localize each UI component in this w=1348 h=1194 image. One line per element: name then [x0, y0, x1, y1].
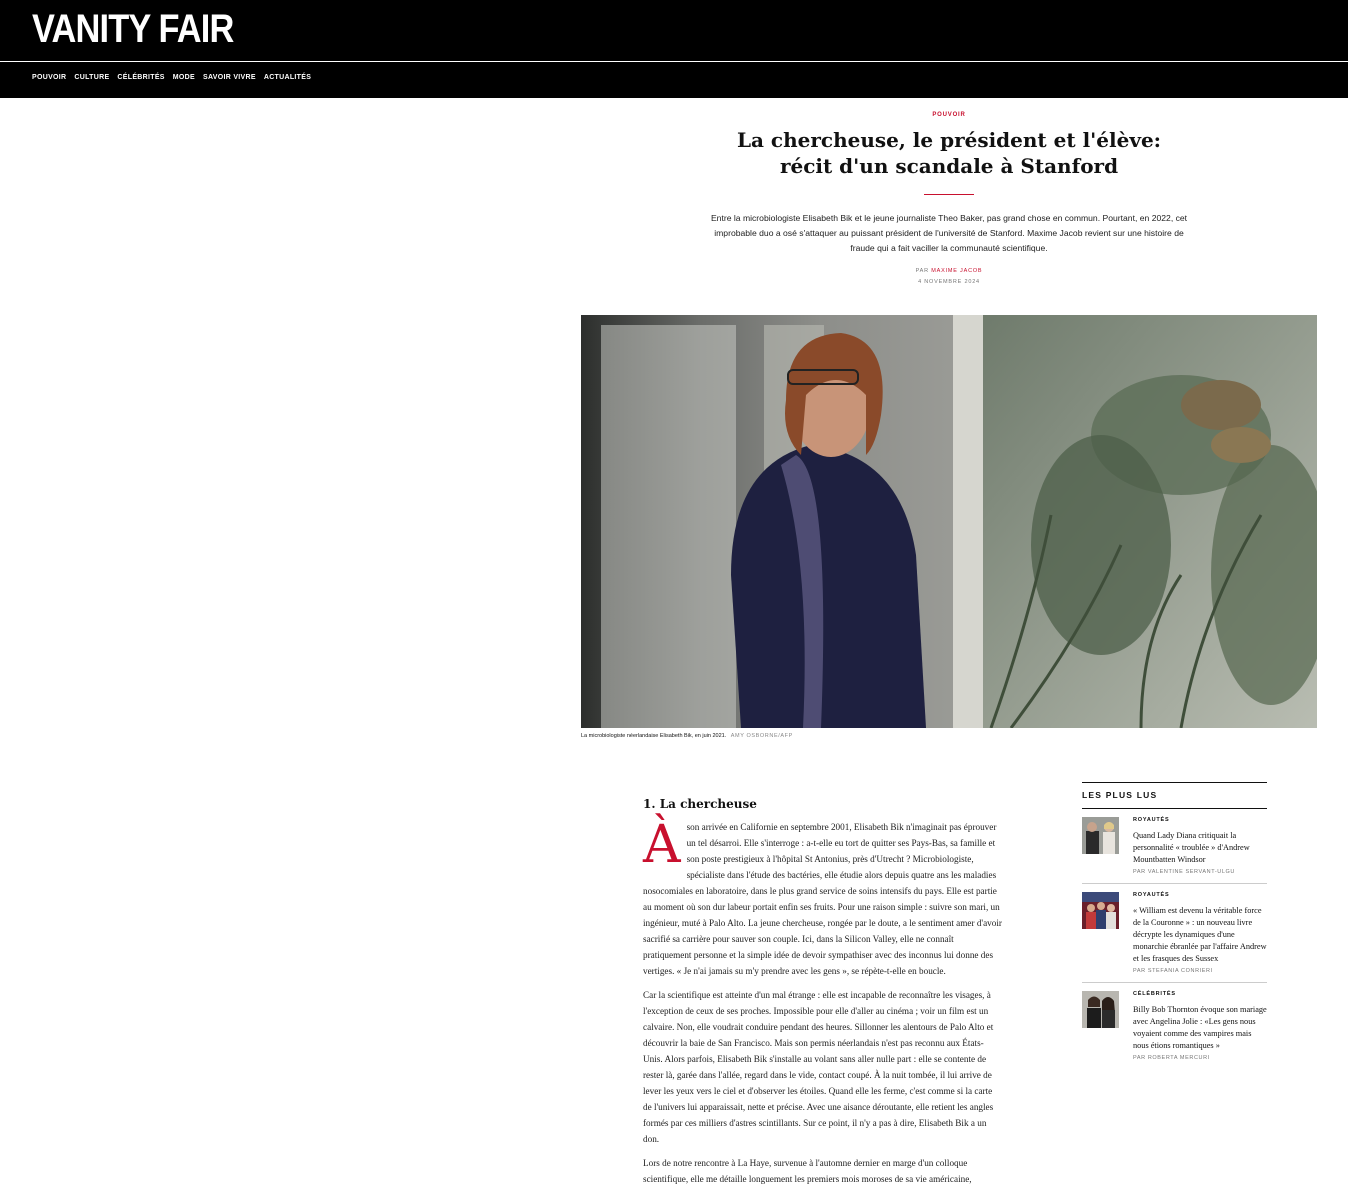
nav-item-mode[interactable]: MODE [173, 74, 195, 81]
paragraph-1: Àson arrivée en Californie en septembre … [643, 819, 1003, 979]
nav-item-pouvoir[interactable]: POUVOIR [32, 74, 66, 81]
publish-date: 4 NOVEMBRE 2024 [918, 279, 980, 285]
most-read-item[interactable]: ROYAUTÉS « William est devenu la véritab… [1082, 884, 1267, 983]
item-byline: PAR STEFANIA CONRIERI [1133, 968, 1213, 974]
paragraph-2: Car la scientifique est atteinte d'un ma… [643, 989, 994, 1144]
caption-text: La microbiologiste néerlandaise Elisabet… [581, 733, 727, 739]
article-byline: PAR MAXIME JACOB [581, 268, 1317, 274]
byline-prefix: PAR [915, 268, 929, 274]
main-nav: POUVOIR CULTURE CÉLÉBRITÉS MODE SAVOIR V… [32, 74, 311, 81]
image-credit: AMY OSBORNE/AFP [730, 733, 793, 739]
thumbnail-photo [1082, 892, 1119, 929]
hero-photo-illustration [581, 315, 1317, 728]
item-headline[interactable]: « William est devenu la véritable force … [1133, 905, 1267, 965]
most-read-item[interactable]: CÉLÉBRITÉS Billy Bob Thornton évoque son… [1082, 983, 1267, 1069]
item-category[interactable]: ROYAUTÉS [1133, 892, 1267, 898]
thumbnail-photo [1082, 817, 1119, 854]
article-thumbnail[interactable] [1082, 817, 1119, 854]
item-category[interactable]: CÉLÉBRITÉS [1133, 991, 1267, 997]
article-header: POUVOIR La chercheuse, le président et l… [581, 112, 1317, 285]
article-thumbnail[interactable] [1082, 892, 1119, 929]
site-header: VANITY FAIR POUVOIR CULTURE CÉLÉBRITÉS M… [0, 0, 1348, 98]
article-title: La chercheuse, le président et l'élève: … [736, 128, 1162, 178]
section-heading: 1. La chercheuse [643, 796, 757, 811]
nav-item-actualites[interactable]: ACTUALITÉS [264, 74, 311, 81]
hero-image [581, 315, 1317, 728]
image-caption: La microbiologiste néerlandaise Elisabet… [581, 733, 793, 739]
item-byline: PAR ROBERTA MERCURI [1133, 1055, 1210, 1061]
nav-item-celebrites[interactable]: CÉLÉBRITÉS [117, 74, 164, 81]
article-rubric[interactable]: POUVOIR [581, 112, 1317, 118]
thumbnail-photo [1082, 991, 1119, 1028]
item-headline[interactable]: Billy Bob Thornton évoque son mariage av… [1133, 1004, 1267, 1052]
item-headline[interactable]: Quand Lady Diana critiquait la personnal… [1133, 830, 1267, 866]
article-dek: Entre la microbiologiste Elisabeth Bik e… [710, 213, 1188, 253]
sidebar-title: LES PLUS LUS [1082, 790, 1158, 800]
nav-item-savoir-vivre[interactable]: SAVOIR VIVRE [203, 74, 256, 81]
most-read-item[interactable]: ROYAUTÉS Quand Lady Diana critiquait la … [1082, 809, 1267, 884]
paragraph-3: Lors de notre rencontre à La Haye, surve… [643, 1157, 972, 1184]
item-category[interactable]: ROYAUTÉS [1133, 817, 1267, 823]
most-read-sidebar: LES PLUS LUS ROYAUTÉS Quand Lady Diana c… [1082, 782, 1267, 1069]
site-logo[interactable]: VANITY FAIR [32, 6, 234, 52]
item-byline: PAR VALENTINE SERVANT-ULGU [1133, 869, 1235, 875]
header-divider [0, 61, 1348, 62]
nav-item-culture[interactable]: CULTURE [74, 74, 109, 81]
author-link[interactable]: MAXIME JACOB [931, 268, 982, 274]
article-thumbnail[interactable] [1082, 991, 1119, 1028]
article-body: 1. La chercheuse Àson arrivée en Califor… [643, 786, 1003, 1187]
paragraph-1-text: son arrivée en Californie en septembre 2… [643, 821, 1002, 976]
title-divider [924, 194, 974, 195]
drop-cap: À [643, 814, 681, 875]
